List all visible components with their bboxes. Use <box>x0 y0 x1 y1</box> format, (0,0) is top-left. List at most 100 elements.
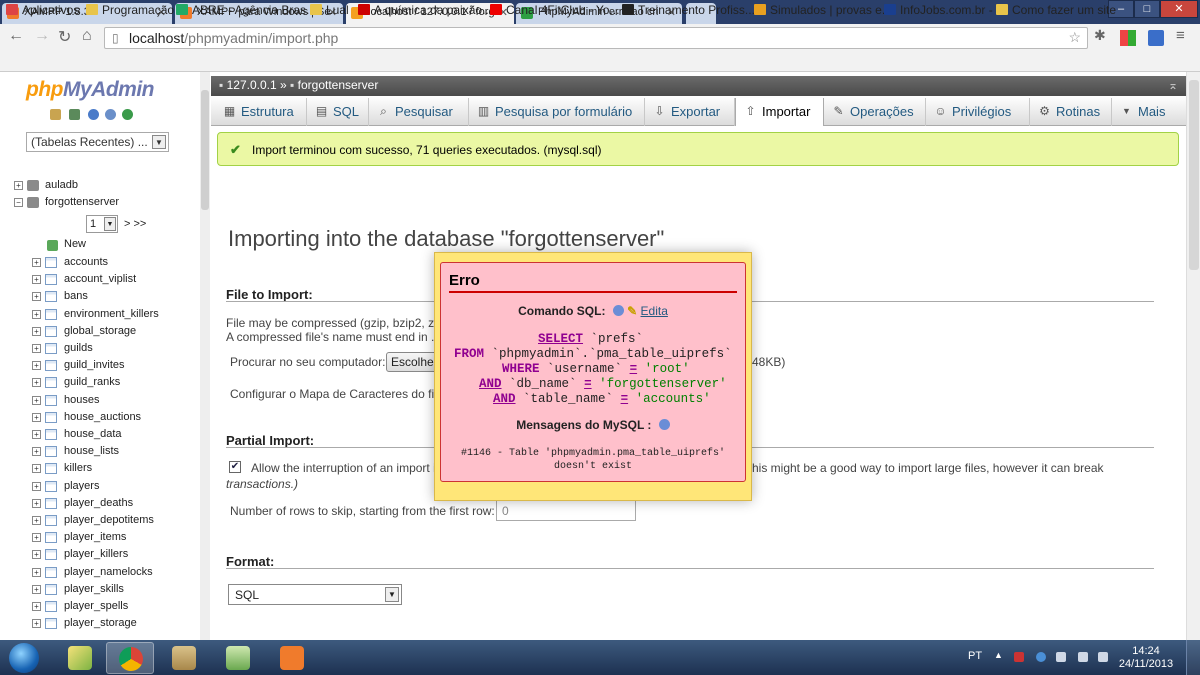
bookmark-item[interactable]: Simulados | provas e... <box>754 3 892 17</box>
expand-icon[interactable]: + <box>32 498 41 508</box>
scrollbar-thumb[interactable] <box>1189 80 1199 270</box>
page-next-link[interactable]: > >> <box>124 218 146 230</box>
table-item[interactable]: + players <box>0 479 200 496</box>
db-item-forgottenserver[interactable]: − forgottenserver <box>0 195 200 212</box>
table-item[interactable]: + killers <box>0 461 200 478</box>
table-item[interactable]: + player_deaths <box>0 496 200 513</box>
navigation-scrollbar[interactable] <box>200 72 210 640</box>
language-indicator[interactable]: PT <box>968 650 982 662</box>
taskbar-app[interactable] <box>56 642 104 674</box>
bookmark-item[interactable]: A química da paixão... <box>358 3 492 17</box>
tab-operacoes[interactable]: ✎ Operações <box>824 98 926 126</box>
expand-icon[interactable]: + <box>32 430 41 439</box>
page-select[interactable]: 1 ▼ <box>86 215 118 233</box>
format-select[interactable]: SQL ▼ <box>228 584 402 605</box>
rows-skip-input[interactable]: 0 <box>496 500 636 521</box>
bookmark-item[interactable]: InfoJobs.com.br - <box>884 3 993 17</box>
reload-icon[interactable]: ↻ <box>58 27 71 47</box>
table-item[interactable]: + player_storage <box>0 616 200 633</box>
expand-icon[interactable]: + <box>32 619 41 629</box>
help-icon[interactable] <box>658 419 670 430</box>
expand-icon[interactable]: + <box>32 412 41 422</box>
breadcrumb-server[interactable]: 127.0.0.1 <box>227 78 277 92</box>
expand-icon[interactable]: + <box>14 181 23 190</box>
expand-icon[interactable]: + <box>32 602 41 611</box>
expand-icon[interactable]: + <box>32 326 41 336</box>
table-item[interactable]: + environment_killers <box>0 307 200 324</box>
clock[interactable]: 14:24 24/11/2013 <box>1116 645 1176 671</box>
bookmark-apps[interactable]: Aplicativos <box>6 3 79 17</box>
table-item[interactable]: + house_lists <box>0 444 200 461</box>
phpmyadmin-logo[interactable]: phpMyAdmin <box>26 78 154 102</box>
collapse-icon[interactable]: − <box>14 198 23 207</box>
help-icon[interactable] <box>88 109 99 120</box>
table-item[interactable]: + player_items <box>0 530 200 547</box>
new-table-item[interactable]: New <box>0 237 200 254</box>
bluetooth-icon[interactable] <box>1036 652 1046 662</box>
refresh-icon[interactable] <box>122 109 133 120</box>
home-icon[interactable] <box>50 109 61 120</box>
table-item[interactable]: + accounts <box>0 255 200 272</box>
db-item-auladb[interactable]: + auladb <box>0 178 200 195</box>
bookmark-item[interactable]: Como fazer um site <box>996 3 1116 17</box>
tab-estrutura[interactable]: ▦ Estrutura <box>215 98 307 126</box>
bookmark-item[interactable]: Treinamento Profiss... <box>622 3 755 17</box>
tab-pesquisar[interactable]: ⌕ Pesquisar <box>369 98 469 126</box>
table-item[interactable]: + bans <box>0 289 200 306</box>
table-item[interactable]: + player_depotitems <box>0 513 200 530</box>
extension-icon[interactable] <box>1120 30 1136 46</box>
bookmark-item[interactable]: ABRE - Agência Bras... <box>176 3 316 17</box>
volume-icon[interactable] <box>1098 652 1108 662</box>
expand-icon[interactable]: + <box>32 533 41 543</box>
expand-icon[interactable]: + <box>32 378 41 388</box>
tray-icon[interactable] <box>1014 652 1024 662</box>
extension-icon[interactable] <box>1148 30 1164 46</box>
tray-icon[interactable] <box>1056 652 1066 662</box>
expand-icon[interactable]: + <box>32 361 41 371</box>
bookmark-item[interactable]: Lual <box>310 3 349 17</box>
tab-privilegios[interactable]: ☺ Privilégios <box>926 98 1030 126</box>
taskbar-app-chrome[interactable] <box>106 642 154 674</box>
expand-icon[interactable]: + <box>32 292 41 302</box>
expand-icon[interactable]: + <box>32 584 41 594</box>
table-item[interactable]: + global_storage <box>0 324 200 341</box>
recent-tables-select[interactable]: (Tabelas Recentes) ... ▼ <box>26 132 169 152</box>
show-desktop-button[interactable] <box>1186 640 1200 675</box>
breadcrumb-db[interactable]: forgottenserver <box>298 78 379 92</box>
table-item[interactable]: + player_killers <box>0 547 200 564</box>
taskbar-app[interactable] <box>214 642 262 674</box>
expand-icon[interactable]: + <box>32 516 41 525</box>
expand-icon[interactable]: + <box>32 309 41 319</box>
expand-icon[interactable]: + <box>32 464 41 474</box>
bookmark-item[interactable]: Canal 4FitClub - Yo... <box>490 3 619 17</box>
table-item[interactable]: + guild_invites <box>0 358 200 375</box>
table-item[interactable]: + house_data <box>0 427 200 444</box>
expand-icon[interactable]: + <box>32 258 41 267</box>
expand-icon[interactable]: + <box>32 550 41 560</box>
tab-sql[interactable]: ▤ SQL <box>307 98 369 126</box>
forward-icon[interactable]: → <box>34 27 50 45</box>
table-item[interactable]: + houses <box>0 393 200 410</box>
table-item[interactable]: + guilds <box>0 341 200 358</box>
expand-icon[interactable]: + <box>32 344 41 353</box>
tab-rotinas[interactable]: ⚙ Rotinas <box>1030 98 1112 126</box>
table-item[interactable]: + account_viplist <box>0 272 200 289</box>
expand-icon[interactable]: + <box>32 447 41 457</box>
docs-icon[interactable] <box>105 109 116 120</box>
tab-pesquisa-formulario[interactable]: ▥ Pesquisa por formulário <box>469 98 645 126</box>
expand-icon[interactable]: + <box>32 567 41 577</box>
exit-icon[interactable] <box>69 109 80 120</box>
expand-icon[interactable]: + <box>32 275 41 285</box>
table-item[interactable]: + player_namelocks <box>0 565 200 582</box>
menu-icon[interactable]: ≡ <box>1176 27 1185 44</box>
allow-interrupt-checkbox[interactable]: ✔ <box>229 461 241 473</box>
address-bar[interactable]: ▯ localhost/phpmyadmin/import.php ☆ <box>104 27 1088 49</box>
table-item[interactable]: + guild_ranks <box>0 375 200 392</box>
scrollbar-thumb[interactable] <box>201 90 209 210</box>
help-icon[interactable] <box>612 305 624 316</box>
expand-icon[interactable]: + <box>32 481 41 491</box>
start-button[interactable] <box>4 640 44 675</box>
table-item[interactable]: + player_skills <box>0 582 200 599</box>
tray-expand-icon[interactable]: ▲ <box>994 650 1004 660</box>
maximize-button[interactable]: □ <box>1134 0 1160 18</box>
